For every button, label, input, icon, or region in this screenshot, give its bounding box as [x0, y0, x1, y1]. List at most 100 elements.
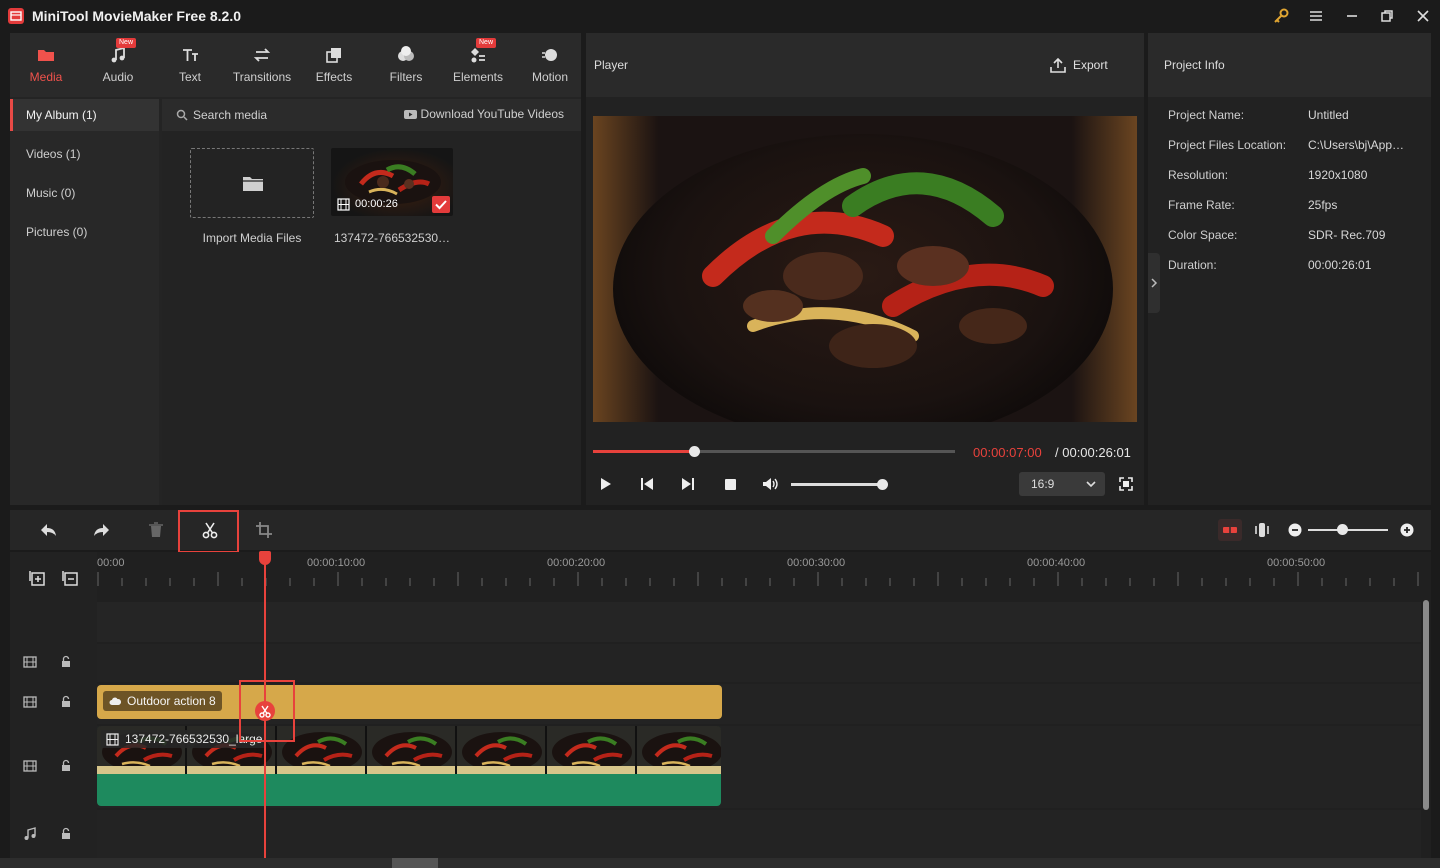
music-track-icon	[22, 826, 38, 842]
tab-filters[interactable]: Filters	[370, 33, 442, 97]
transitions-icon	[252, 45, 272, 65]
info-value: SDR- Rec.709	[1308, 228, 1386, 242]
collapse-panel-handle[interactable]	[1148, 253, 1160, 313]
clip-duration: 00:00:26	[355, 198, 398, 210]
redo-button[interactable]	[92, 520, 112, 540]
sidebar-item-my-album[interactable]: My Album (1)	[10, 99, 159, 131]
scrollbar-thumb[interactable]	[392, 858, 438, 868]
timeline-horizontal-scrollbar[interactable]	[0, 858, 1440, 868]
info-value: 25fps	[1308, 198, 1338, 212]
playback-progress-slider[interactable]	[593, 446, 955, 457]
total-time-value: 00:00:26:01	[1062, 445, 1131, 460]
video-track-icon	[22, 694, 38, 710]
info-value: C:\Users\bj\App…	[1308, 138, 1405, 152]
zoom-handle[interactable]	[1337, 524, 1348, 535]
tab-transitions[interactable]: Transitions	[226, 33, 298, 97]
ruler-ticks	[97, 572, 1419, 586]
export-button[interactable]: Export	[1046, 55, 1116, 75]
tab-motion-label: Motion	[531, 70, 569, 84]
tab-media[interactable]: Media	[10, 33, 82, 97]
tab-text[interactable]: Text	[154, 33, 226, 97]
maximize-icon[interactable]	[1377, 6, 1397, 26]
video-track-icon	[22, 654, 38, 670]
tab-transitions-label: Transitions	[232, 70, 292, 84]
clip-name: 137472-766532530…	[333, 231, 451, 245]
lock-icon[interactable]	[58, 694, 74, 710]
info-key: Project Files Location:	[1168, 138, 1287, 152]
timeline-toolbar	[10, 510, 1431, 553]
import-media-label: Import Media Files	[202, 231, 302, 245]
info-row-color-space: Color Space: SDR- Rec.709	[1168, 228, 1428, 244]
video-clip-icon	[106, 733, 119, 746]
zoom-out-icon[interactable]	[1285, 520, 1305, 540]
tab-audio[interactable]: New Audio	[82, 33, 154, 97]
aspect-ratio-select[interactable]: 16:9	[1019, 472, 1105, 496]
add-track-icon[interactable]	[28, 569, 45, 586]
timeline-ruler[interactable]: 00:00 00:00:10:00 00:00:20:00 00:00:30:0…	[97, 552, 1431, 600]
snap-icon[interactable]	[1218, 519, 1242, 541]
info-row-resolution: Resolution: 1920x1080	[1168, 168, 1428, 184]
timeline-vertical-scrollbar[interactable]	[1423, 600, 1429, 810]
tab-elements[interactable]: New Elements	[442, 33, 514, 97]
media-folder-icon	[36, 45, 56, 65]
music-clip[interactable]: Outdoor action 8	[97, 685, 722, 719]
app-title: MiniTool MovieMaker Free 8.2.0	[32, 8, 242, 24]
aspect-ratio-value: 16:9	[1031, 477, 1055, 491]
delete-icon[interactable]	[146, 520, 166, 540]
volume-handle[interactable]	[877, 479, 888, 490]
menu-icon[interactable]	[1306, 6, 1326, 26]
close-icon[interactable]	[1413, 6, 1433, 26]
crop-icon[interactable]	[254, 520, 274, 540]
key-icon[interactable]	[1271, 6, 1291, 26]
media-library: Search media Download YouTube Videos Imp…	[162, 99, 581, 505]
lock-icon[interactable]	[58, 826, 74, 842]
app-logo-icon	[8, 8, 24, 24]
progress-handle[interactable]	[689, 446, 701, 457]
filmstrip-frame	[457, 726, 545, 774]
previous-frame-button[interactable]	[637, 474, 657, 494]
search-input[interactable]: Search media	[193, 108, 267, 122]
tab-filters-label: Filters	[389, 70, 423, 84]
play-button[interactable]	[595, 474, 615, 494]
export-label: Export	[1073, 58, 1108, 72]
next-frame-button[interactable]	[678, 474, 698, 494]
stop-button[interactable]	[720, 474, 740, 494]
audio-mixer-icon[interactable]	[1252, 520, 1272, 540]
zoom-in-icon[interactable]	[1397, 520, 1417, 540]
project-info-header: Project Info	[1148, 33, 1431, 97]
remove-empty-track-icon[interactable]	[61, 569, 78, 586]
minimize-icon[interactable]	[1342, 6, 1362, 26]
media-clip-thumbnail[interactable]: 00:00:26	[331, 148, 453, 216]
player-panel: Player Export 00:00:07:00 / 00:00:26:01	[586, 33, 1144, 505]
search-bar[interactable]: Search media Download YouTube Videos	[162, 99, 581, 131]
music-track: Outdoor action 8	[97, 684, 1421, 724]
fullscreen-icon[interactable]	[1116, 474, 1136, 494]
tab-effects[interactable]: Effects	[298, 33, 370, 97]
filters-icon	[396, 45, 416, 65]
download-youtube-button[interactable]: Download YouTube Videos	[421, 107, 564, 121]
info-row-project-name: Project Name: Untitled	[1168, 108, 1428, 124]
import-media-button[interactable]	[190, 148, 314, 218]
playhead-handle[interactable]	[259, 551, 271, 565]
progress-fill	[593, 450, 695, 453]
project-info-panel: Project Info Project Name: Untitled Proj…	[1148, 33, 1431, 505]
undo-button[interactable]	[38, 520, 58, 540]
split-scissors-button[interactable]	[200, 520, 220, 540]
sidebar-item-music[interactable]: Music (0)	[10, 177, 159, 209]
ruler-label: 00:00:50:00	[1267, 557, 1326, 569]
youtube-download-icon	[403, 108, 419, 122]
split-scissors-icon[interactable]	[255, 701, 275, 721]
timeline-zoom-slider[interactable]	[1308, 529, 1388, 531]
folder-icon	[242, 174, 264, 192]
video-clip[interactable]: 137472-766532530_large	[97, 726, 721, 806]
sidebar-item-pictures[interactable]: Pictures (0)	[10, 216, 159, 248]
tab-effects-label: Effects	[315, 70, 353, 84]
tab-motion[interactable]: Motion	[514, 33, 586, 97]
total-time: / 00:00:26:01	[1055, 445, 1131, 460]
volume-icon[interactable]	[760, 474, 780, 494]
lock-icon[interactable]	[58, 654, 74, 670]
filmstrip-frame	[367, 726, 455, 774]
sidebar-item-videos[interactable]: Videos (1)	[10, 138, 159, 170]
lock-icon[interactable]	[58, 758, 74, 774]
volume-slider[interactable]	[791, 479, 888, 490]
